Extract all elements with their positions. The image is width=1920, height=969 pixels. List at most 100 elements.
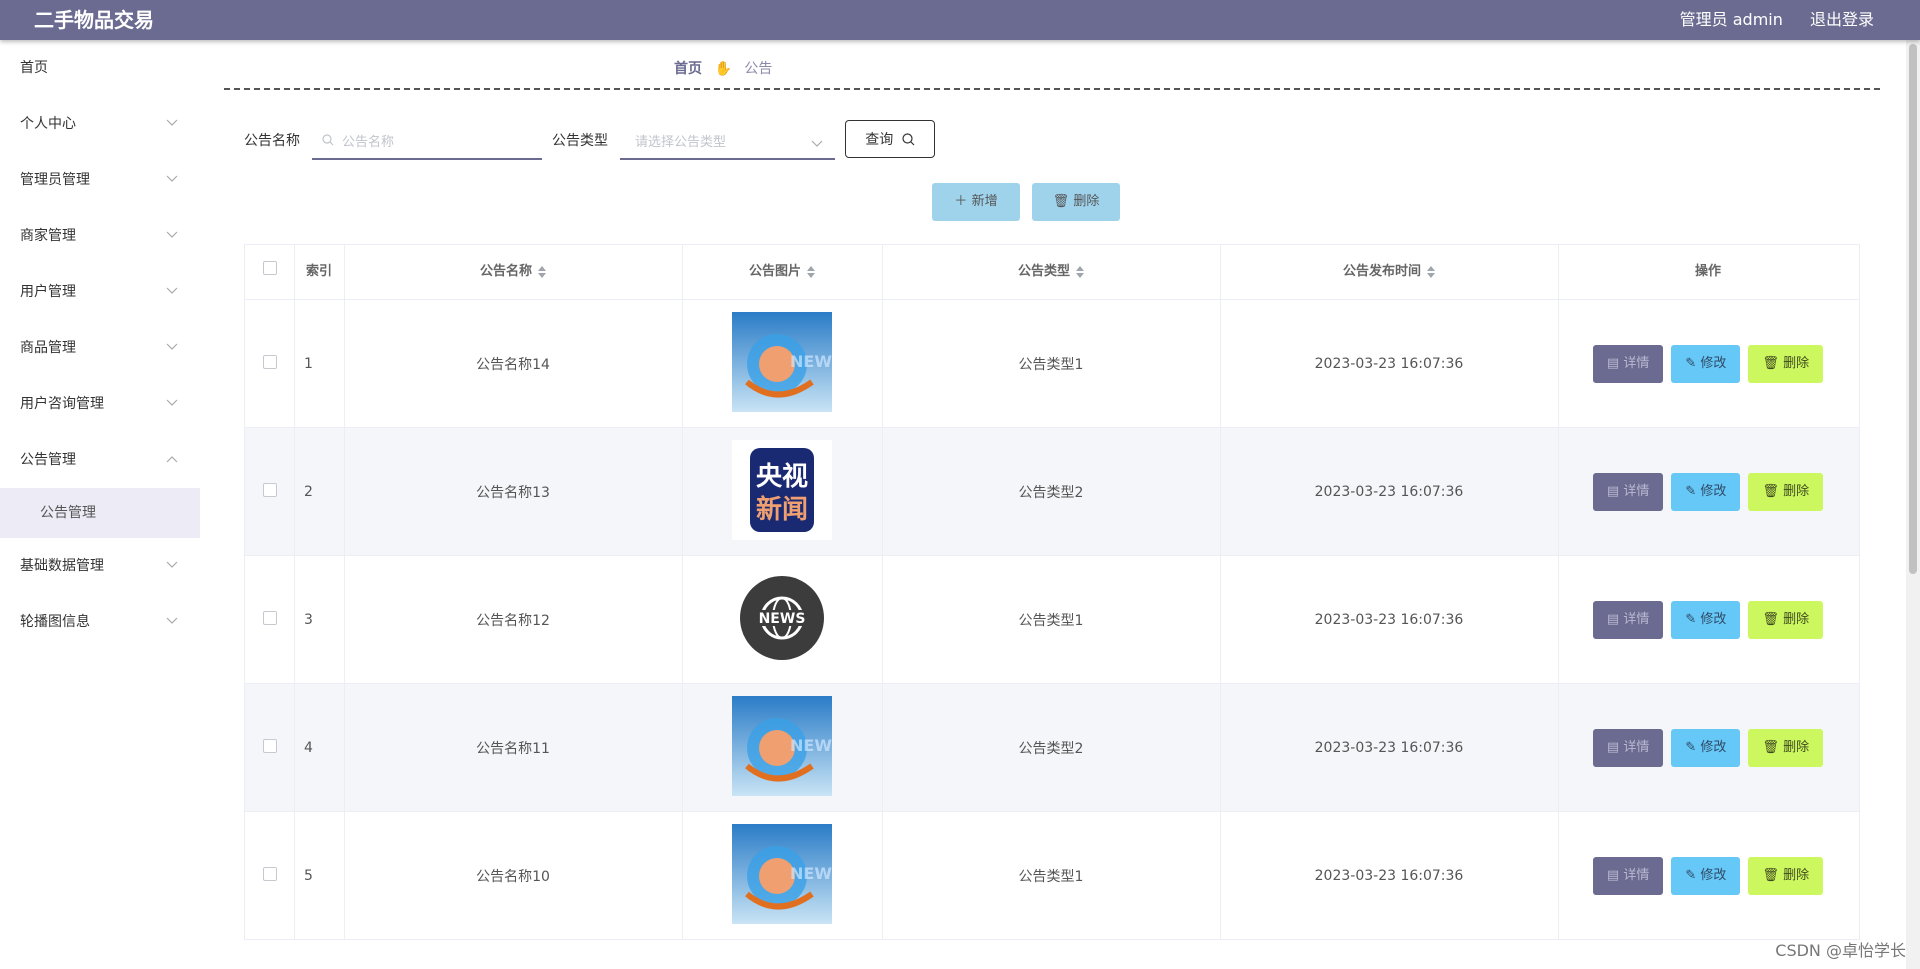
notice-image[interactable]: NEWS [682,568,882,672]
notice-image[interactable]: 央视 新闻 [682,439,882,544]
scroll-thumb[interactable] [1909,44,1917,574]
sidebar-item-profile[interactable]: 个人中心 [0,96,200,152]
sidebar-item-goods[interactable]: 商品管理 [0,320,200,376]
row-checkbox[interactable] [245,684,295,811]
row-image[interactable]: NEWS [682,556,883,683]
row-index: 2 [294,428,345,555]
delete-button[interactable]: 🗑 删除 [1748,344,1824,383]
detail-button[interactable]: ▤ 详情 [1592,600,1664,639]
trash-icon: 🗑 [1762,739,1779,755]
table-header-row: 索引 公告名称 公告图片 公告类型 公告发布时间 操作 [245,245,1859,300]
sidebar-item-home[interactable]: 首页 [0,40,200,96]
header-time[interactable]: 公告发布时间 [1220,245,1559,299]
batch-delete-button[interactable]: 🗑 删除 [1032,183,1120,221]
notice-image[interactable]: NEWS [682,823,882,928]
table-row: 1公告名称14NEWS公告类型12023-03-23 16:07:36▤ 详情✎… [245,300,1859,428]
notice-image[interactable]: NEWS [682,695,882,800]
row-index: 4 [294,684,345,811]
sidebar-item-carousel[interactable]: 轮播图信息 [0,594,200,650]
chevron-down-icon [166,264,178,320]
search-type-select[interactable]: 请选择公告类型 [620,122,835,160]
chevron-down-icon [166,376,178,432]
table-row: 5公告名称10NEWS公告类型12023-03-23 16:07:36▤ 详情✎… [245,812,1859,940]
watermark: CSDN @卓怡学长 [1775,941,1906,960]
delete-button[interactable]: 🗑 删除 [1748,728,1824,767]
plus-icon: ＋ [954,194,968,209]
row-image[interactable]: NEWS [682,812,883,939]
row-time: 2023-03-23 16:07:36 [1220,556,1559,683]
header-ops: 操作 [1694,264,1721,279]
row-name: 公告名称14 [344,300,683,427]
logout-link[interactable]: 退出登录 [1810,10,1874,29]
row-ops: ▤ 详情 ✎ 修改 🗑 删除 [1558,684,1858,811]
row-ops: ▤ 详情 ✎ 修改 🗑 删除 [1558,812,1858,939]
trash-icon: 🗑 [1762,355,1779,371]
sidebar-item-basedata[interactable]: 基础数据管理 [0,538,200,594]
select-all-checkbox[interactable] [245,245,295,299]
row-type: 公告类型2 [882,428,1221,555]
notice-image[interactable]: NEWS [682,311,882,416]
delete-button[interactable]: 🗑 删除 [1748,472,1824,511]
sidebar-item-merchants[interactable]: 商家管理 [0,208,200,264]
add-button[interactable]: ＋ 新增 [932,183,1020,221]
chevron-down-icon [166,96,178,152]
sidebar-item-admins[interactable]: 管理员管理 [0,152,200,208]
row-checkbox[interactable] [245,556,295,683]
pencil-icon: ✎ [1685,483,1697,499]
svg-text:NEWS: NEWS [790,864,832,883]
header-name[interactable]: 公告名称 [344,245,683,299]
edit-button[interactable]: ✎ 修改 [1671,600,1741,639]
hand-pointer-icon: ✋ [714,61,732,77]
delete-button[interactable]: 🗑 删除 [1748,856,1824,895]
row-image[interactable]: NEWS [682,684,883,811]
row-index: 5 [294,812,345,939]
chevron-down-icon [811,136,823,152]
trash-icon: 🗑 [1052,194,1070,209]
search-name-input[interactable]: 公告名称 [312,122,542,160]
trash-icon: 🗑 [1762,867,1779,883]
row-ops: ▤ 详情 ✎ 修改 🗑 删除 [1558,428,1858,555]
user-label[interactable]: 管理员 admin [1680,10,1783,29]
sort-icon [807,265,815,278]
detail-button[interactable]: ▤ 详情 [1592,472,1664,511]
svg-text:NEWS: NEWS [790,736,832,755]
row-image[interactable]: 央视 新闻 [682,428,883,555]
sidebar-item-consult[interactable]: 用户咨询管理 [0,376,200,432]
edit-button[interactable]: ✎ 修改 [1671,728,1741,767]
breadcrumb-home[interactable]: 首页 [674,61,702,77]
trash-icon: 🗑 [1762,483,1779,499]
detail-button[interactable]: ▤ 详情 [1592,344,1664,383]
row-name: 公告名称13 [344,428,683,555]
notice-table: 索引 公告名称 公告图片 公告类型 公告发布时间 操作 1公告名称14 NEWS 公… [244,244,1860,940]
doc-icon: ▤ [1606,611,1620,627]
row-name: 公告名称12 [344,556,683,683]
breadcrumb-current: 公告 [744,61,773,77]
detail-button[interactable]: ▤ 详情 [1592,728,1664,767]
sort-icon [1427,265,1435,278]
search-name-placeholder: 公告名称 [342,135,395,150]
header-image[interactable]: 公告图片 [682,245,883,299]
edit-button[interactable]: ✎ 修改 [1671,472,1741,511]
row-checkbox[interactable] [245,300,295,427]
chevron-down-icon [166,320,178,376]
chevron-up-icon [166,432,178,488]
sidebar-item-users[interactable]: 用户管理 [0,264,200,320]
edit-button[interactable]: ✎ 修改 [1671,344,1741,383]
sort-icon [1076,265,1084,278]
sidebar-subitem-notices[interactable]: 公告管理 [0,488,200,538]
delete-button[interactable]: 🗑 删除 [1748,600,1824,639]
edit-button[interactable]: ✎ 修改 [1671,856,1741,895]
doc-icon: ▤ [1606,355,1620,371]
detail-button[interactable]: ▤ 详情 [1592,856,1664,895]
query-button[interactable]: 查询 [845,120,935,158]
pencil-icon: ✎ [1685,867,1697,883]
chevron-down-icon [166,538,178,594]
row-checkbox[interactable] [245,428,295,555]
page-scrollbar[interactable] [1906,40,1920,969]
sidebar-item-notices[interactable]: 公告管理 [0,432,200,488]
header-type[interactable]: 公告类型 [882,245,1221,299]
row-checkbox[interactable] [245,812,295,939]
row-time: 2023-03-23 16:07:36 [1220,812,1559,939]
row-image[interactable]: NEWS [682,300,883,427]
breadcrumb: 首页 ✋ 公告 [674,58,772,78]
